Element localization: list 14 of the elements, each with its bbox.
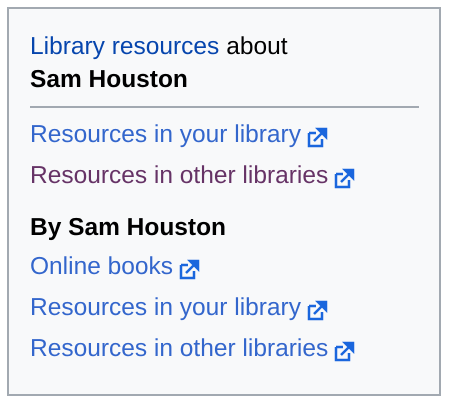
external-link-icon [179, 258, 202, 280]
resource-link[interactable]: Resources in your library [30, 294, 301, 322]
resource-link[interactable]: Resources in other libraries [30, 162, 328, 190]
header-text: about [226, 32, 288, 62]
library-resources-link[interactable]: Library resources [30, 31, 220, 63]
resource-link[interactable]: Resources in other libraries [30, 334, 328, 362]
subject-title: Sam Houston [30, 65, 189, 95]
external-link-icon [334, 340, 356, 362]
external-link-icon [306, 298, 329, 320]
resource-link[interactable]: Resources in your library [30, 120, 301, 148]
external-link-icon [334, 166, 356, 188]
external-link-icon [306, 126, 329, 148]
section-heading: By Sam Houston [30, 213, 228, 243]
resource-link[interactable]: Online books [30, 252, 174, 280]
